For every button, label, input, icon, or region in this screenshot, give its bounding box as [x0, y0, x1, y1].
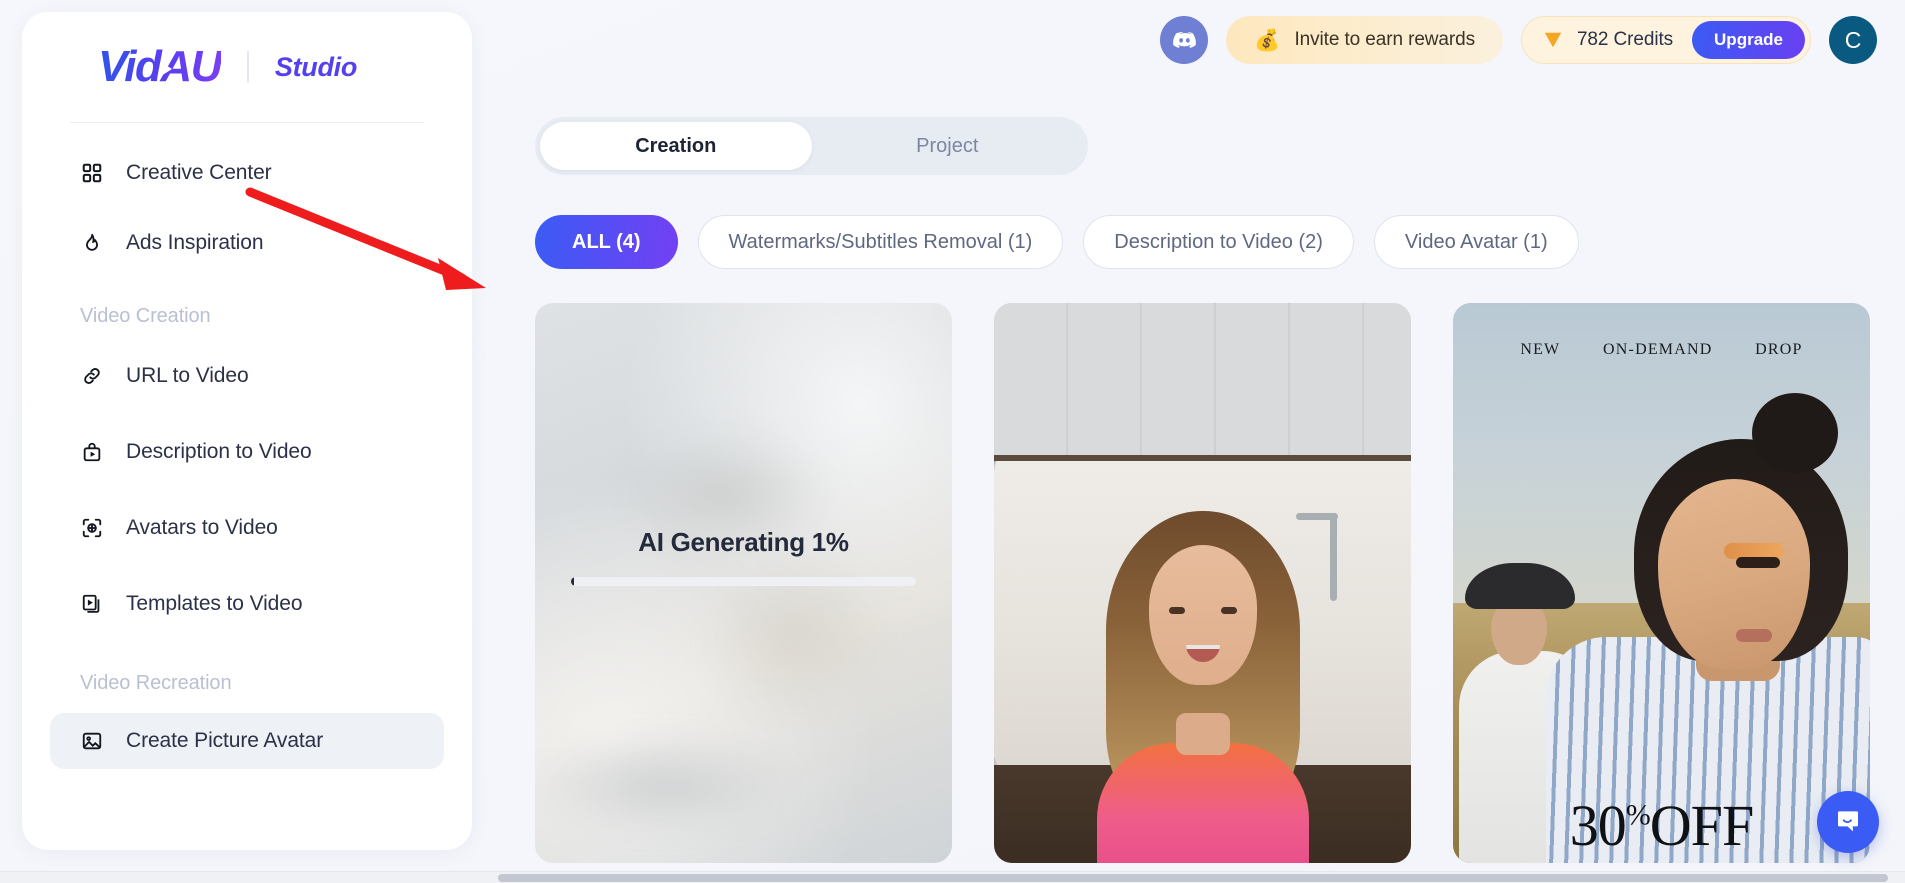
top-header: 💰 Invite to earn rewards 782 Credits Upg… — [1160, 16, 1877, 64]
sidebar-item-label: Creative Center — [126, 161, 272, 184]
presenter-eye-left — [1168, 607, 1185, 614]
scrollbar-thumb[interactable] — [498, 874, 1888, 882]
presenter-face — [1148, 545, 1257, 685]
flame-icon — [80, 231, 104, 255]
sidebar: VidAU Studio Creative Center Ads Inspira… — [22, 12, 472, 850]
sidebar-section-video-creation: Video Creation — [80, 305, 211, 327]
filter-chip-watermarks-subtitles-removal[interactable]: Watermarks/Subtitles Removal (1) — [697, 215, 1064, 269]
credits-label: 782 Credits — [1576, 29, 1674, 50]
sidebar-item-label: Description to Video — [126, 440, 312, 463]
horizontal-scrollbar[interactable] — [0, 871, 1905, 883]
vidau-logo-text: VidAU — [98, 42, 221, 91]
card-desert-fashion[interactable]: NEW ON-DEMAND DROP 30%OFF — [1453, 303, 1870, 863]
invite-label: Invite to earn rewards — [1294, 29, 1475, 50]
tab-project[interactable]: Project — [812, 122, 1084, 170]
overlay-tag-row: NEW ON-DEMAND DROP — [1453, 341, 1870, 359]
overlay-tag: ON-DEMAND — [1603, 341, 1713, 358]
coins-icon: 💰 — [1254, 28, 1281, 52]
overlay-tag: NEW — [1520, 341, 1561, 358]
gem-icon — [1542, 30, 1564, 50]
card-kitchen-presenter[interactable] — [994, 303, 1411, 863]
presenter-neck — [1175, 713, 1230, 755]
sidebar-item-label: Ads Inspiration — [126, 231, 264, 254]
discord-icon — [1172, 31, 1196, 48]
user-avatar[interactable]: C — [1829, 16, 1877, 64]
presenter-figure — [1074, 511, 1332, 863]
sidebar-item-create-picture-avatar[interactable]: Create Picture Avatar — [50, 713, 444, 769]
generating-progress-fill — [571, 577, 575, 586]
sidebar-item-label: Create Picture Avatar — [126, 729, 324, 752]
foreground-model-eye — [1736, 557, 1780, 568]
brand: VidAU Studio — [22, 12, 472, 122]
offer-suffix: OFF — [1649, 793, 1754, 858]
sidebar-item-avatars-to-video[interactable]: Avatars to Video — [50, 500, 444, 556]
logo-play-triangle — [161, 62, 172, 76]
card-ai-generating[interactable]: AI Generating 1% — [535, 303, 952, 863]
sidebar-item-url-to-video[interactable]: URL to Video — [50, 348, 444, 404]
upgrade-button[interactable]: Upgrade — [1692, 21, 1805, 59]
discord-button[interactable] — [1160, 16, 1209, 64]
presenter-mouth — [1185, 645, 1220, 662]
filter-chip-video-avatar[interactable]: Video Avatar (1) — [1373, 215, 1579, 269]
chat-bubble-icon — [1838, 811, 1858, 832]
card-grid: AI Generating 1% NEW ON-DEMAND DROP 30%O… — [535, 303, 1870, 863]
foreground-model-lips — [1736, 629, 1772, 642]
generating-status-label: AI Generating 1% — [638, 527, 849, 557]
sidebar-item-label: Avatars to Video — [126, 516, 278, 539]
bag-play-icon — [80, 440, 104, 464]
foreground-model-face — [1658, 479, 1810, 669]
sidebar-item-ads-inspiration[interactable]: Ads Inspiration — [50, 215, 444, 271]
chat-widget-button[interactable] — [1817, 791, 1879, 853]
tab-bar: Creation Project — [535, 117, 1088, 175]
filter-chip-description-to-video[interactable]: Description to Video (2) — [1083, 215, 1354, 269]
avatar-scan-icon — [80, 516, 104, 540]
brand-divider — [246, 51, 249, 83]
generating-progress-bar — [571, 577, 916, 586]
vidau-logo: VidAU — [98, 42, 221, 92]
filter-chip-row: ALL (4) Watermarks/Subtitles Removal (1)… — [535, 215, 1579, 269]
sidebar-item-templates-to-video[interactable]: Templates to Video — [50, 576, 444, 632]
presenter-top — [1096, 743, 1309, 863]
overlay-tag: DROP — [1755, 341, 1803, 358]
template-play-icon — [80, 592, 104, 616]
foreground-model-hair-bun — [1752, 393, 1838, 473]
image-icon — [80, 729, 104, 753]
offer-overlay-text: 30%OFF — [1453, 797, 1870, 855]
invite-to-earn-rewards-button[interactable]: 💰 Invite to earn rewards — [1226, 16, 1503, 64]
link-icon — [80, 364, 104, 388]
sidebar-item-label: Templates to Video — [126, 592, 303, 615]
tab-creation[interactable]: Creation — [540, 122, 812, 170]
sidebar-section-video-recreation: Video Recreation — [80, 672, 232, 694]
filter-chip-all[interactable]: ALL (4) — [535, 215, 678, 269]
kitchen-cabinets — [994, 303, 1411, 455]
sidebar-item-creative-center[interactable]: Creative Center — [50, 145, 444, 201]
grid-icon — [80, 161, 104, 185]
sidebar-nav: Creative Center Ads Inspiration Video Cr… — [22, 123, 472, 769]
offer-percent: % — [1625, 798, 1651, 832]
offer-number: 30 — [1569, 793, 1627, 858]
app-root: VidAU Studio Creative Center Ads Inspira… — [0, 0, 1905, 883]
studio-label: Studio — [274, 51, 358, 82]
presenter-eye-right — [1220, 607, 1237, 614]
credits-pill[interactable]: 782 Credits Upgrade — [1520, 16, 1811, 64]
sidebar-item-description-to-video[interactable]: Description to Video — [50, 424, 444, 480]
sidebar-item-label: URL to Video — [126, 364, 249, 387]
